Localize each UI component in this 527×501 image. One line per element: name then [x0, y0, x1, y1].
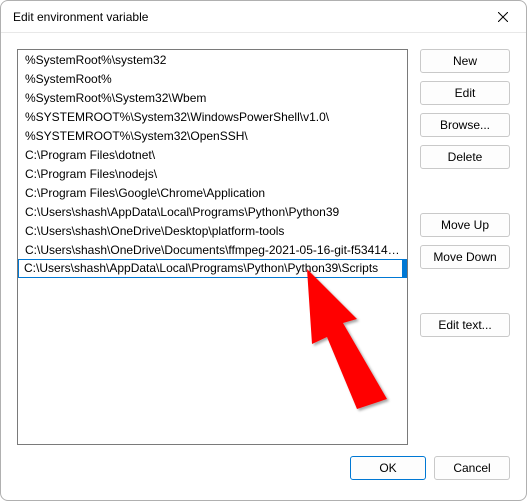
dialog-footer: OK Cancel [1, 456, 526, 500]
close-button[interactable] [480, 1, 526, 33]
list-item[interactable]: %SystemRoot% [18, 69, 407, 88]
titlebar: Edit environment variable [1, 1, 526, 33]
edit-text-button[interactable]: Edit text... [420, 313, 510, 337]
side-button-column: New Edit Browse... Delete Move Up Move D… [420, 49, 510, 450]
list-item[interactable]: %SystemRoot%\system32 [18, 50, 407, 69]
list-item[interactable]: C:\Users\shash\OneDrive\Documents\ffmpeg… [18, 240, 407, 259]
list-item[interactable]: %SYSTEMROOT%\System32\OpenSSH\ [18, 126, 407, 145]
ok-button[interactable]: OK [350, 456, 426, 480]
move-down-button[interactable]: Move Down [420, 245, 510, 269]
text-caret-selection [402, 260, 406, 277]
list-item[interactable]: C:\Program Files\dotnet\ [18, 145, 407, 164]
list-item-editing[interactable] [18, 259, 407, 278]
move-up-button[interactable]: Move Up [420, 213, 510, 237]
dialog-content: %SystemRoot%\system32 %SystemRoot% %Syst… [1, 33, 526, 450]
list-item[interactable]: C:\Users\shash\AppData\Local\Programs\Py… [18, 202, 407, 221]
browse-button[interactable]: Browse... [420, 113, 510, 137]
path-edit-input[interactable] [24, 260, 402, 277]
list-item[interactable]: C:\Users\shash\OneDrive\Desktop\platform… [18, 221, 407, 240]
list-item[interactable]: %SYSTEMROOT%\System32\WindowsPowerShell\… [18, 107, 407, 126]
edit-button[interactable]: Edit [420, 81, 510, 105]
window-title: Edit environment variable [13, 10, 148, 24]
path-listbox[interactable]: %SystemRoot%\system32 %SystemRoot% %Syst… [17, 49, 408, 445]
list-item[interactable]: C:\Program Files\nodejs\ [18, 164, 407, 183]
delete-button[interactable]: Delete [420, 145, 510, 169]
close-icon [498, 12, 508, 22]
cancel-button[interactable]: Cancel [434, 456, 510, 480]
list-item[interactable]: C:\Program Files\Google\Chrome\Applicati… [18, 183, 407, 202]
new-button[interactable]: New [420, 49, 510, 73]
list-item[interactable]: %SystemRoot%\System32\Wbem [18, 88, 407, 107]
